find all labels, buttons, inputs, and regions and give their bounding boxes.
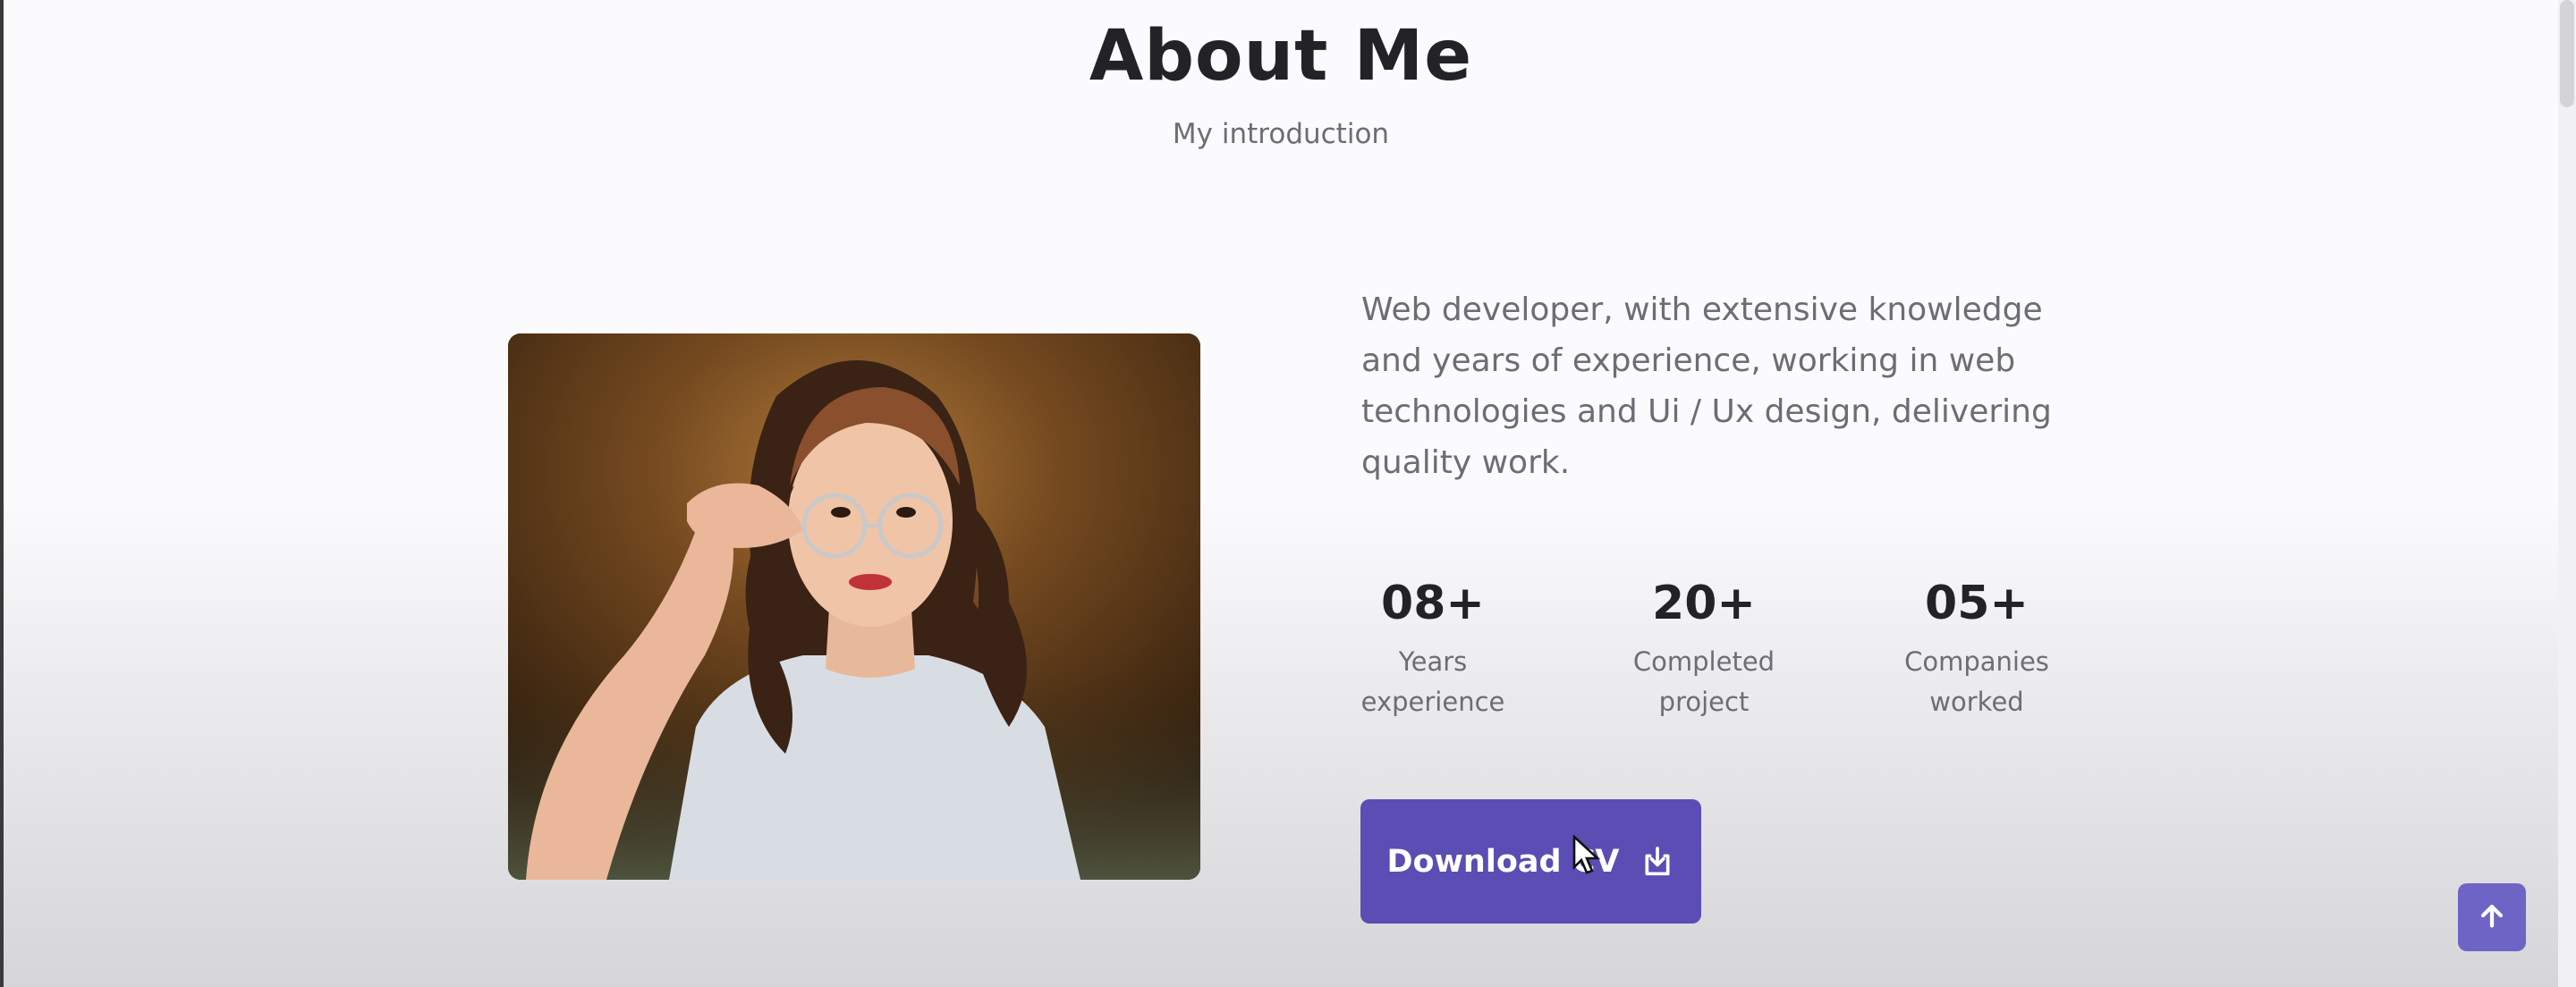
section-title: About Me — [1089, 16, 1473, 97]
scroll-to-top-button[interactable] — [2458, 883, 2526, 951]
stat-label-line: experience — [1360, 687, 1505, 717]
section-subtitle: My introduction — [1172, 118, 1390, 150]
stat-number: 05+ — [1925, 577, 2029, 630]
stat-label: Companies worked — [1869, 642, 2084, 722]
download-icon — [1640, 844, 1675, 880]
profile-photo — [508, 333, 1200, 880]
stat-number: 20+ — [1652, 577, 1756, 630]
stat-label: Completed project — [1597, 642, 1811, 722]
stat-label-line: Completed — [1632, 646, 1775, 677]
scrollbar-thumb[interactable] — [2560, 0, 2574, 107]
about-description: Web developer, with extensive knowledge … — [1361, 291, 2052, 481]
arrow-up-icon — [2477, 900, 2507, 934]
stat-label: Years experience — [1326, 642, 1540, 722]
stat-years-experience: 08+ Years experience — [1326, 572, 1540, 722]
mouse-cursor-icon — [1572, 834, 1603, 880]
stat-number: 08+ — [1381, 577, 1485, 630]
stat-label-line: worked — [1929, 687, 2024, 717]
stat-label-line: Years — [1398, 646, 1468, 677]
stat-label-line: Companies — [1904, 646, 2049, 677]
stat-completed-project: 20+ Completed project — [1597, 572, 1811, 722]
download-cv-button[interactable]: Download CV — [1360, 799, 1701, 924]
stat-label-line: project — [1658, 687, 1750, 717]
stat-companies-worked: 05+ Companies worked — [1869, 572, 2084, 722]
